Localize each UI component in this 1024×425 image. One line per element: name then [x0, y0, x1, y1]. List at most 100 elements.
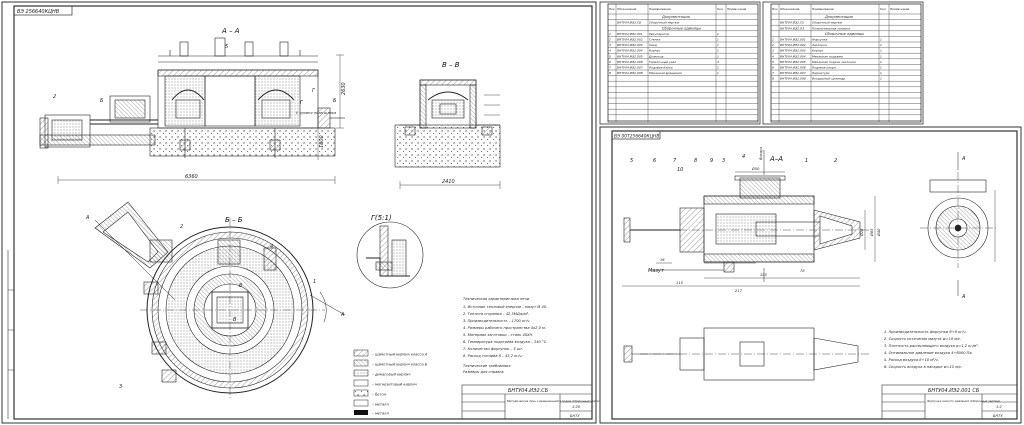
- spec-cell: БНТУ04.ИЭ2.004: [617, 49, 643, 53]
- spec-cell: Рекуператор: [649, 32, 669, 36]
- legend-item-7: – металл: [372, 412, 389, 416]
- spec-cell: БНТУ04.ИЭ2.005: [780, 60, 806, 64]
- spec-section-title: Сборочные единицы: [825, 32, 864, 36]
- spec-cell: Подовая балка: [649, 66, 673, 70]
- section-letter-b-right: Б: [333, 98, 337, 104]
- callout-2-aa: 2: [53, 94, 56, 100]
- spec-header-cell: Приме-чание: [890, 7, 910, 11]
- sheet4-scale: 1:2: [996, 405, 1002, 409]
- sheet1-scale: 1:20: [572, 405, 581, 409]
- spec-cell: БНТУ04.ИЭ2.006: [780, 66, 806, 70]
- req-title: Технические требования: [463, 364, 511, 368]
- spec-cell: 1: [880, 54, 882, 58]
- spec-cell: БНТУ04.ИЭ2.003: [617, 43, 643, 47]
- burner-callout-1: 1: [805, 158, 808, 164]
- spec-cell: 1: [772, 38, 774, 42]
- callout-2-bb: 2: [180, 224, 183, 230]
- spec-cell: 3: [609, 43, 611, 47]
- legend-item-5: – бетон: [372, 393, 387, 397]
- burner-spec-2: 2. Скорость истечения мазута w=10 м/с.: [884, 337, 961, 341]
- spec-cell: 8: [609, 71, 611, 75]
- spec-cell: 7: [609, 66, 611, 70]
- spec-cell: 2: [772, 43, 774, 47]
- spec-cell: 1: [717, 49, 719, 53]
- dim-note: У уровня пола шлака: [296, 111, 336, 115]
- spec-cell: БНТУ04.ИЭ2.007: [780, 71, 806, 75]
- spec-header-cell: Кол.: [880, 7, 886, 11]
- spec-cell: БНТУ04.ИЭ2.006: [617, 60, 643, 64]
- spec-cell: 1: [880, 66, 882, 70]
- spec-cell: БНТУ04.ИЭ2.004: [780, 54, 806, 58]
- dim-vv-width: 2410: [442, 179, 455, 185]
- drawing-board: ВЭ 256640КЦНВ А – А 6360 2630 1800 У уро…: [1, 1, 1022, 424]
- callout-4-bb: 4: [270, 244, 273, 250]
- spec-cell: Корпус: [649, 49, 661, 53]
- legend-item-2: – шамотный кирпич класса Б: [372, 363, 428, 367]
- spec-cell: 2: [609, 38, 611, 42]
- sheet4-drawing-name: Форсунка низкого давления (Сборочный чер…: [927, 399, 1000, 403]
- section-letter-v-bottom: В: [233, 317, 237, 323]
- spec-section-title: Сборочные единицы: [662, 26, 701, 30]
- view-title-detail: Г(5:1): [371, 214, 392, 222]
- spec-cell: Стенка: [649, 38, 660, 42]
- spec-cell: 4: [772, 54, 774, 58]
- spec-cell: 1: [717, 43, 719, 47]
- spec-line-6: 6. Температура подогрева воздуха – 340 °…: [463, 340, 547, 344]
- spec-cell: 3: [717, 60, 719, 64]
- spec-cell: 8: [772, 77, 774, 81]
- req-line-1: Размеры для справок: [463, 370, 505, 374]
- spec-cell: 1: [717, 32, 719, 36]
- spec-cell: БНТУ04.ИЭ2.005: [617, 54, 643, 58]
- spec-header-cell: Наименование: [649, 7, 671, 11]
- burner-spec-4: 4. Оптимальное давление воздуха 4÷6000 П…: [884, 351, 973, 355]
- spec-cell: Механизм подачи заслонки: [812, 60, 856, 64]
- spec-cell: 1: [880, 43, 882, 47]
- spec-cell: 1: [880, 77, 882, 81]
- spec-cell: 6: [772, 66, 774, 70]
- dim-78: 78: [800, 269, 805, 273]
- spec-cell: Механизм вращения: [649, 71, 682, 75]
- spec-cell: БНТУ04.ИЭ2.008: [780, 77, 806, 81]
- spec-cell: Воздушный цилиндр: [812, 77, 845, 81]
- spec-line-2: 2. Теплота сгорания – 42,5МДж/м³.: [463, 312, 529, 316]
- spec-cell: Дымоход: [648, 54, 664, 58]
- spec-line-4: 4. Размеры рабочего пространства 4х2,0 м…: [463, 326, 546, 330]
- burner-callout-10: 10: [677, 167, 683, 173]
- spec-cell: Форсунка: [812, 38, 828, 42]
- dim-height: 2630: [341, 82, 347, 95]
- spec-cell: Механизм подъема: [812, 54, 843, 58]
- spec-cell: 5: [772, 60, 774, 64]
- legend-item-6: – металл: [372, 403, 389, 407]
- spec-line-3: 3. Производительность – 1700 кг/ч.: [463, 319, 531, 323]
- spec-cell: 1: [717, 71, 719, 75]
- burner-callout-3: 3: [722, 158, 725, 164]
- spec-cell: БНТУ04.ИЭ2.008: [617, 71, 643, 75]
- spec-cell: Заслонка: [812, 43, 827, 47]
- spec-section-title: Документация: [824, 15, 854, 19]
- legend-item-4: – магнезитовый кирпич: [372, 383, 417, 387]
- spec-cell: 1: [717, 54, 719, 58]
- burner-callout-6: 6: [653, 158, 656, 164]
- spec-cell: Свод: [649, 43, 657, 47]
- spec-line-5: 5. Материал заготовки – сталь 40ХН.: [463, 333, 533, 337]
- spec-cell: 1: [717, 38, 719, 42]
- spec-cell: БНТУ04.ИЭ2.002: [780, 43, 806, 47]
- spec-cell: 1: [880, 60, 882, 64]
- view-title-vv: В – В: [442, 61, 460, 69]
- dim-total-width: 6360: [185, 174, 198, 180]
- sheet1-drawing-name: Методическая печь с вращающимся подом (С…: [507, 399, 602, 403]
- spec-section-title: Документация: [661, 15, 691, 19]
- burner-arrow-letter-bottom: А: [961, 294, 966, 300]
- dim-217: 217: [735, 289, 743, 293]
- spec-cell: БНТУ04.ИЭ2.С5: [780, 21, 804, 25]
- spec-cell: БНТУ04.ИЭ2.003: [780, 49, 806, 53]
- spec-header-cell: Приме-чание: [727, 7, 747, 11]
- spec-cell: 1: [880, 38, 882, 42]
- dim-115: 115: [676, 281, 684, 285]
- burner-spec-6: 6. Скорость воздуха в насадке w=15 м/с.: [884, 365, 962, 369]
- sheet4-corner-stamp: ВЭ 00Т256640КЦНВ: [614, 134, 659, 140]
- spec-cell: 5: [609, 54, 611, 58]
- burner-callout-5: 5: [630, 158, 633, 164]
- dim-16: 16: [660, 258, 665, 262]
- spec-cell: 1: [609, 32, 611, 36]
